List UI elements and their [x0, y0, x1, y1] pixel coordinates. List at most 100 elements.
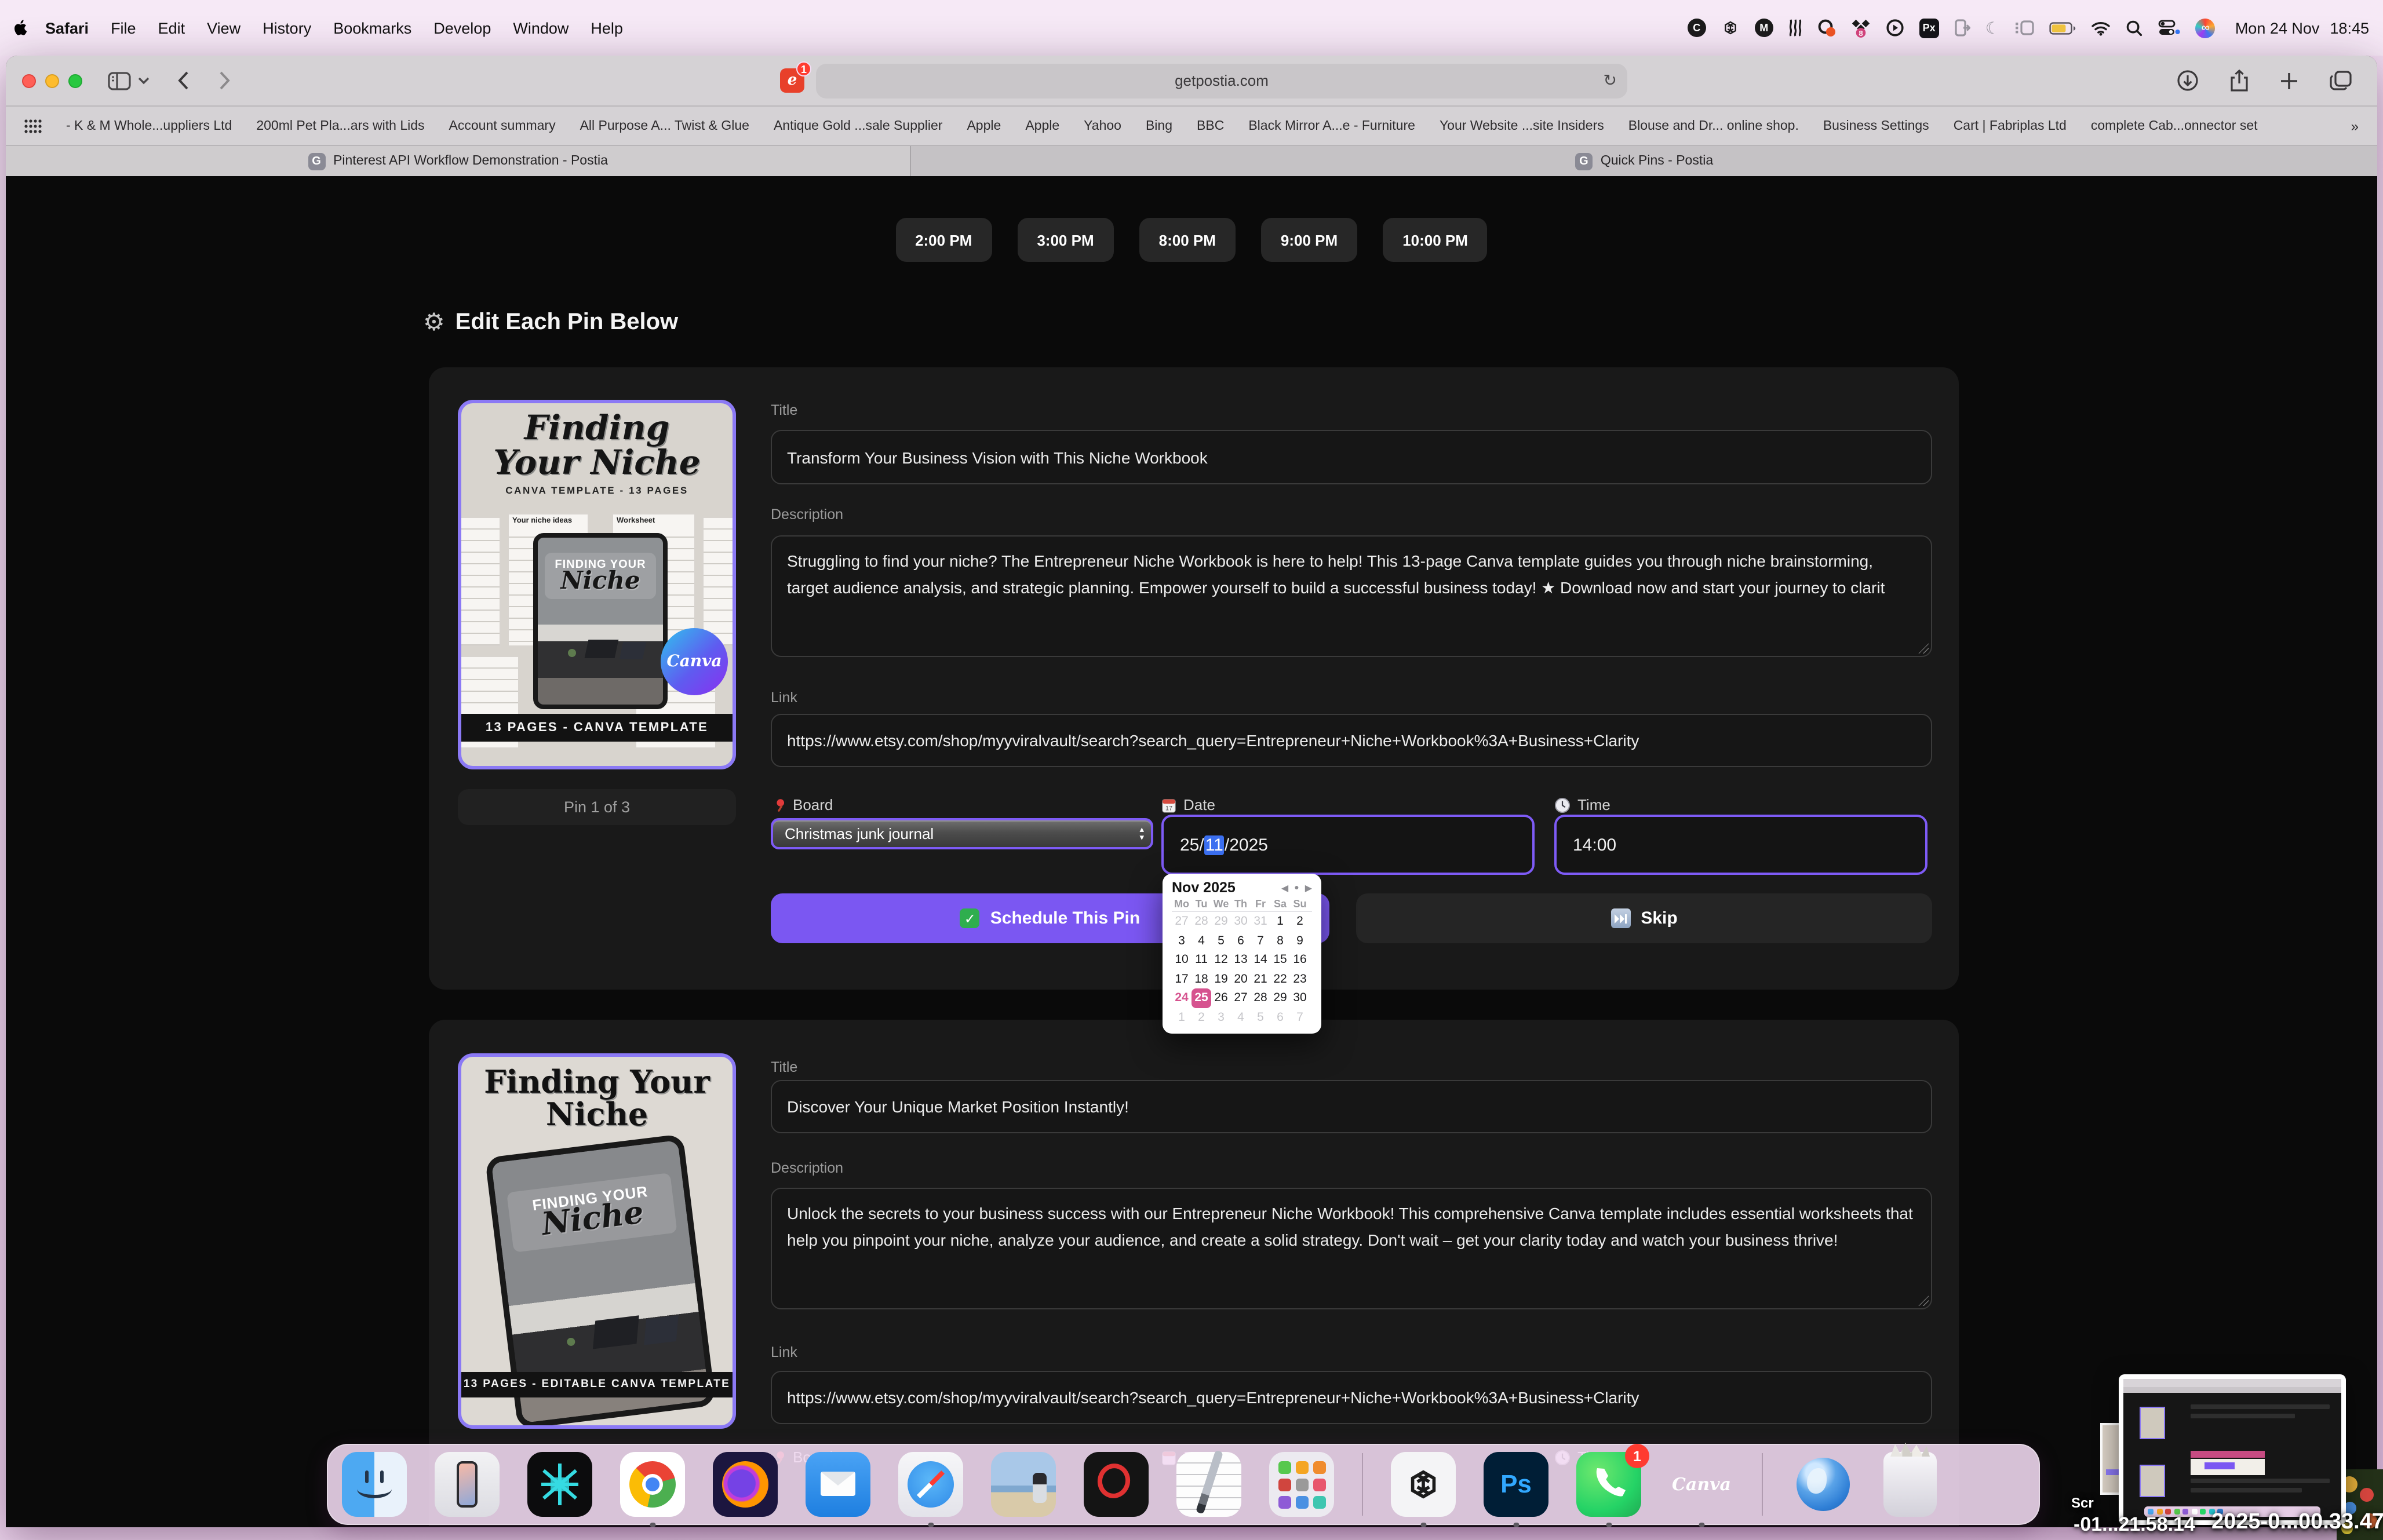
calendar-day[interactable]: 2 [1192, 1008, 1211, 1027]
bookmark-item[interactable]: Bing [1146, 119, 1172, 133]
calendar-day[interactable]: 24 [1172, 988, 1192, 1008]
bookmark-item[interactable]: BBC [1197, 119, 1224, 133]
tab-overview-icon[interactable] [2330, 71, 2352, 90]
time-slot-button[interactable]: 2:00 PM [895, 218, 992, 262]
play-circle-icon[interactable] [1886, 17, 1904, 38]
dock-safari-icon[interactable] [898, 1452, 963, 1517]
skip-button[interactable]: Skip [1356, 893, 1932, 943]
bookmark-item[interactable]: Your Website ...site Insiders [1440, 119, 1604, 133]
bookmark-item[interactable]: Apple [1025, 119, 1059, 133]
dock-chatgpt-icon[interactable] [1391, 1452, 1456, 1517]
date-input[interactable]: 25/11/2025 [1161, 815, 1535, 875]
calendar-day[interactable]: 7 [1290, 1008, 1310, 1027]
menu-bookmarks[interactable]: Bookmarks [333, 19, 411, 37]
calendar-day[interactable]: 13 [1231, 950, 1251, 969]
bookmark-item[interactable]: 200ml Pet Pla...ars with Lids [256, 119, 424, 133]
minimize-window-button[interactable] [45, 74, 59, 87]
siri-icon[interactable]: ∞ [2196, 18, 2216, 38]
stage-manager-icon[interactable] [2015, 17, 2035, 38]
calendar-day[interactable]: 21 [1251, 969, 1270, 988]
calendar-day[interactable]: 6 [1270, 1008, 1290, 1027]
close-window-button[interactable] [22, 74, 36, 87]
px-app-icon[interactable]: Px [1919, 18, 1939, 38]
battery-icon[interactable] [2050, 17, 2076, 38]
url-bar[interactable]: getpostia.com ↻ [816, 63, 1627, 98]
calendar-day[interactable]: 27 [1231, 988, 1251, 1008]
link-input[interactable]: https://www.etsy.com/shop/myyviralvault/… [771, 1371, 1932, 1424]
c-app-icon[interactable]: C [1688, 19, 1706, 37]
link-input[interactable]: https://www.etsy.com/shop/myyviralvault/… [771, 714, 1932, 767]
bookmark-item[interactable]: Cart | Fabriplas Ltd [1954, 119, 2067, 133]
calendar-day[interactable]: 23 [1290, 969, 1310, 988]
calendar-day[interactable]: 6 [1231, 931, 1251, 950]
dock-photo-file-icon[interactable] [991, 1452, 1056, 1517]
calendar-day[interactable]: 22 [1270, 969, 1290, 988]
time-slot-button[interactable]: 3:00 PM [1017, 218, 1113, 262]
dock-photoshop-icon[interactable]: Ps [1484, 1452, 1548, 1517]
wifi-icon[interactable] [2091, 17, 2111, 38]
time-slot-button[interactable]: 9:00 PM [1261, 218, 1357, 262]
dock-mail-icon[interactable] [806, 1452, 870, 1517]
dock-firefox-icon[interactable] [713, 1452, 778, 1517]
spotlight-search-icon[interactable] [2126, 17, 2144, 38]
calendar-day[interactable]: 7 [1251, 931, 1270, 950]
tab-pinterest-api-workflow[interactable]: G Pinterest API Workflow Demonstration -… [6, 146, 911, 176]
bookmark-item[interactable]: All Purpose A... Twist & Glue [580, 119, 749, 133]
calendar-day[interactable]: 20 [1231, 969, 1251, 988]
time-slot-button[interactable]: 10:00 PM [1383, 218, 1488, 262]
zoom-window-button[interactable] [68, 74, 82, 87]
calendar-next-icon[interactable]: ▶ [1305, 882, 1312, 893]
calendar-day[interactable]: 28 [1192, 912, 1211, 931]
screenshot-preview-thumbnail[interactable] [2119, 1374, 2346, 1525]
board-select[interactable]: Christmas junk journal ▴▾ [771, 818, 1153, 849]
calendar-day[interactable]: 11 [1192, 950, 1211, 969]
calendar-day[interactable]: 5 [1251, 1008, 1270, 1027]
record-app-icon[interactable] [1817, 17, 1836, 38]
calendar-day[interactable]: 19 [1211, 969, 1231, 988]
calendar-day[interactable]: 5 [1211, 931, 1231, 950]
calendar-day-selected[interactable]: 25 [1192, 988, 1211, 1008]
calendar-day[interactable]: 26 [1211, 988, 1231, 1008]
calendar-day[interactable]: 4 [1231, 1008, 1251, 1027]
calendar-prev-icon[interactable]: ◀ [1281, 882, 1288, 893]
calendar-day[interactable]: 30 [1290, 988, 1310, 1008]
bookmark-item[interactable]: Yahoo [1084, 119, 1121, 133]
calendar-day[interactable]: 1 [1270, 912, 1290, 931]
menu-develop[interactable]: Develop [433, 19, 491, 37]
calendar-day[interactable]: 8 [1270, 931, 1290, 950]
menu-window[interactable]: Window [513, 19, 569, 37]
calendar-day[interactable]: 14 [1251, 950, 1270, 969]
menu-file[interactable]: File [111, 19, 136, 37]
menu-clock[interactable]: Mon 24 Nov 18:45 [2235, 19, 2369, 37]
calendar-today-icon[interactable]: ● [1294, 884, 1299, 892]
strings-app-icon[interactable] [1788, 17, 1802, 38]
pin-image-1[interactable]: Finding Your Niche CANVA TEMPLATE - 13 P… [458, 400, 736, 769]
share-icon[interactable] [2230, 69, 2249, 92]
reload-icon[interactable]: ↻ [1604, 71, 1617, 90]
bookmark-item[interactable]: Antique Gold ...sale Supplier [774, 119, 943, 133]
bookmark-item[interactable]: Business Settings [1823, 119, 1929, 133]
menu-safari[interactable]: Safari [45, 19, 89, 37]
bookmarks-grid-icon[interactable] [24, 119, 42, 133]
bookmark-item[interactable]: complete Cab...onnector set [2091, 119, 2258, 133]
bookmark-item[interactable]: Apple [967, 119, 1001, 133]
extension-icon[interactable]: e 1 [780, 68, 804, 93]
dock-whatsapp-icon[interactable]: 1 [1576, 1452, 1641, 1517]
control-center-icon[interactable] [2159, 17, 2181, 38]
dock-network-globe-icon[interactable] [1791, 1452, 1856, 1517]
back-button[interactable] [177, 71, 189, 90]
dock-textedit-icon[interactable] [1176, 1452, 1241, 1517]
menu-edit[interactable]: Edit [158, 19, 185, 37]
calendar-day[interactable]: 29 [1270, 988, 1290, 1008]
dock-red-ring-app-icon[interactable] [1084, 1452, 1149, 1517]
dock-finder-icon[interactable] [342, 1452, 407, 1517]
m-app-icon[interactable]: M [1755, 19, 1773, 37]
calendar-day[interactable]: 17 [1172, 969, 1192, 988]
calendar-day[interactable]: 18 [1192, 969, 1211, 988]
bookmarks-overflow-chevron[interactable]: » [2351, 118, 2359, 134]
menu-history[interactable]: History [263, 19, 311, 37]
apple-menu-icon[interactable] [14, 19, 29, 37]
calendar-day[interactable]: 3 [1172, 931, 1192, 950]
dock-black-teal-app-icon[interactable] [527, 1452, 592, 1517]
title-input[interactable]: Discover Your Unique Market Position Ins… [771, 1080, 1932, 1133]
